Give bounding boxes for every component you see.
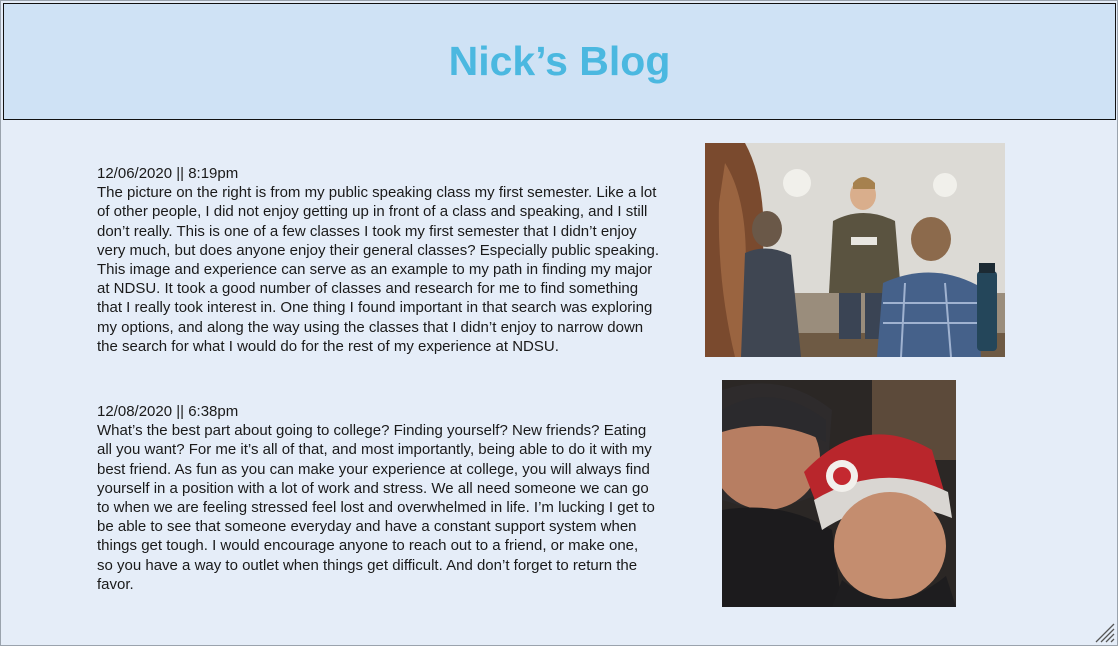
blog-post: 12/08/2020 || 6:38pm What’s the best par… (97, 402, 657, 594)
public-speaking-class-photo (705, 143, 1005, 357)
public-speaking-class-image (705, 143, 1005, 357)
page-frame: Nick’s Blog 12/06/2020 || 8:19pm The pic… (0, 0, 1118, 646)
best-friend-selfie-photo (722, 380, 956, 607)
post-timestamp: 12/06/2020 || 8:19pm (97, 165, 239, 182)
blog-title: Nick’s Blog (448, 38, 671, 84)
post-body: The picture on the right is from my publ… (97, 184, 659, 355)
blog-post: 12/06/2020 || 8:19pm The picture on the … (97, 164, 667, 356)
post-body: What’s the best part about going to coll… (97, 422, 655, 593)
resize-grip-icon[interactable] (1093, 621, 1115, 643)
post-timestamp: 12/08/2020 || 6:38pm (97, 403, 239, 420)
best-friend-selfie-image (722, 380, 956, 607)
blog-header: Nick’s Blog (3, 3, 1116, 120)
